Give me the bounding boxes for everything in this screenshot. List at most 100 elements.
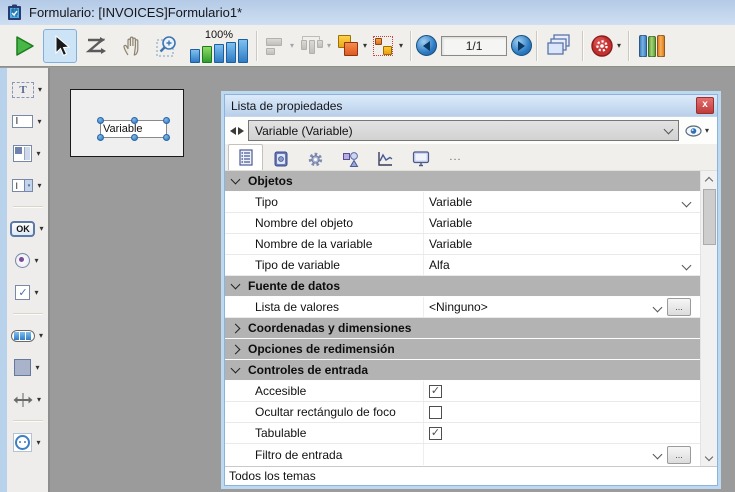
chevron-down-icon[interactable] [653, 450, 663, 460]
previous-page-button[interactable] [416, 35, 437, 56]
property-row-accesible[interactable]: Accesible ✓ [225, 381, 700, 402]
dropdown-arrow-icon[interactable]: ▾ [35, 439, 41, 447]
zoom-magnifier-icon [156, 34, 180, 58]
toolbox-item-label[interactable]: T ▾ [7, 76, 48, 103]
selected-object-label: Variable (Variable) [255, 124, 353, 138]
align-icon [265, 36, 287, 56]
checkbox-icon: ✓ [15, 285, 30, 300]
selection-handle[interactable] [163, 134, 170, 141]
library-button[interactable] [635, 29, 669, 63]
visibility-filter-button[interactable]: ▾ [683, 125, 712, 137]
checkbox[interactable]: ✓ [429, 427, 442, 440]
select-tool-button[interactable] [43, 29, 77, 63]
controls-toolbox: T ▾ I ▾ ▾ I▾ ▾ OK ▾ ▾ ✓ ▾ ▾ [7, 68, 50, 492]
selection-handle[interactable] [97, 134, 104, 141]
toolbox-item-button[interactable]: OK ▾ [7, 215, 48, 242]
property-row-tabulable[interactable]: Tabulable ✓ [225, 423, 700, 444]
window-titlebar[interactable]: Formulario: [INVOICES]Formulario1* [0, 0, 735, 25]
tab-order-icon [85, 36, 107, 56]
section-fuente-de-datos[interactable]: Fuente de datos [225, 276, 700, 297]
dropdown-arrow-icon: ▾ [616, 42, 622, 50]
next-object-icon[interactable] [238, 127, 244, 135]
next-page-button[interactable] [511, 35, 532, 56]
tab-general[interactable] [263, 147, 298, 170]
dropdown-arrow-icon[interactable]: ▾ [33, 257, 39, 265]
checkbox[interactable]: ✓ [429, 385, 442, 398]
form-surface[interactable]: Variable [70, 89, 184, 157]
toolbar-separator [628, 31, 630, 61]
section-coordenadas[interactable]: Coordenadas y dimensiones [225, 318, 700, 339]
zoom-tool-button[interactable] [151, 29, 185, 63]
zoom-level-indicator[interactable]: 100% [190, 29, 248, 63]
checkbox[interactable]: ✓ [429, 406, 442, 419]
z-order-button[interactable]: ▾ [335, 29, 369, 63]
section-objetos[interactable]: Objetos [225, 171, 700, 192]
tab-all-properties[interactable] [228, 144, 263, 170]
stop-button[interactable]: ▾ [589, 29, 623, 63]
property-row-filtro-entrada[interactable]: Filtro de entrada ... [225, 444, 700, 465]
selection-handle[interactable] [131, 134, 138, 141]
tab-settings[interactable] [298, 147, 333, 170]
section-chevron-icon [231, 364, 241, 374]
ellipsis-button[interactable]: ... [667, 446, 691, 464]
run-form-button[interactable] [7, 29, 41, 63]
previous-object-icon[interactable] [230, 127, 236, 135]
scroll-down-icon[interactable] [701, 450, 717, 466]
toolbox-item-checkbox[interactable]: ✓ ▾ [7, 279, 48, 306]
toolbox-item-socket[interactable]: ▾ [7, 429, 48, 456]
dropdown-arrow-icon[interactable]: ▾ [36, 182, 42, 190]
toolbox-item-progress[interactable]: ▾ [7, 322, 48, 349]
pan-tool-button[interactable] [115, 29, 149, 63]
chevron-down-icon[interactable] [653, 302, 663, 312]
properties-panel-title: Lista de propiedades [231, 99, 342, 113]
property-row-nombre-objeto[interactable]: Nombre del objeto Variable [225, 213, 700, 234]
scroll-up-icon[interactable] [701, 171, 717, 187]
tab-chart[interactable] [368, 147, 403, 170]
close-icon[interactable]: x [696, 97, 714, 114]
toolbox-item-radio[interactable]: ▾ [7, 247, 48, 274]
property-row-tipo[interactable]: Tipo Variable [225, 192, 700, 213]
dropdown-arrow-icon[interactable]: ▾ [38, 225, 44, 233]
section-label: Controles de entrada [248, 363, 368, 377]
property-row-nombre-variable[interactable]: Nombre de la variable Variable [225, 234, 700, 255]
dropdown-arrow-icon[interactable]: ▾ [36, 396, 42, 404]
toolbox-item-list[interactable]: ▾ [7, 140, 48, 167]
cascade-views-button[interactable] [543, 29, 577, 63]
dropdown-arrow-icon[interactable]: ▾ [34, 364, 40, 372]
selection-handle[interactable] [163, 117, 170, 124]
property-row-ocultar-foco[interactable]: Ocultar rectángulo de foco ✓ [225, 402, 700, 423]
dropdown-arrow-icon[interactable]: ▾ [35, 150, 41, 158]
tab-more[interactable]: ... [438, 147, 473, 170]
chevron-down-icon[interactable] [682, 260, 692, 270]
variable-edit-control[interactable]: Variable [100, 120, 167, 138]
toolbox-item-combo[interactable]: I▾ ▾ [7, 172, 48, 199]
toolbox-item-splitter[interactable]: ▾ [7, 386, 48, 413]
object-selector-combo[interactable]: Variable (Variable) [248, 120, 679, 141]
scrollbar-thumb[interactable] [703, 189, 716, 245]
dropdown-arrow-icon[interactable]: ▾ [38, 332, 44, 340]
dropdown-arrow-icon[interactable]: ▾ [37, 86, 43, 94]
tab-display[interactable] [403, 147, 438, 170]
section-controles-entrada[interactable]: Controles de entrada [225, 360, 700, 381]
dropdown-arrow-icon: ▾ [362, 42, 368, 50]
dropdown-arrow-icon[interactable]: ▾ [36, 118, 42, 126]
properties-panel-titlebar[interactable]: Lista de propiedades x [225, 95, 717, 117]
property-row-lista-valores[interactable]: Lista de valores <Ninguno> ... [225, 297, 700, 318]
section-opciones-redimension[interactable]: Opciones de redimensión [225, 339, 700, 360]
toolbox-item-frame[interactable]: ▾ [7, 354, 48, 381]
property-grid-scrollbar[interactable] [700, 171, 717, 466]
hand-icon [121, 35, 143, 57]
ellipsis-button[interactable]: ... [667, 298, 691, 316]
selection-handle[interactable] [131, 117, 138, 124]
toolbox-item-edit[interactable]: I ▾ [7, 108, 48, 135]
tab-shapes[interactable] [333, 147, 368, 170]
ok-button-icon: OK [10, 221, 35, 237]
z-order-icon [336, 34, 360, 58]
chevron-down-icon[interactable] [682, 197, 692, 207]
selection-handle[interactable] [97, 117, 104, 124]
dropdown-arrow-icon[interactable]: ▾ [33, 289, 39, 297]
property-row-tipo-variable[interactable]: Tipo de variable Alfa [225, 255, 700, 276]
tab-order-tool-button[interactable] [79, 29, 113, 63]
progress-bar-icon [11, 330, 35, 342]
spacing-button[interactable]: ▾ [371, 29, 405, 63]
